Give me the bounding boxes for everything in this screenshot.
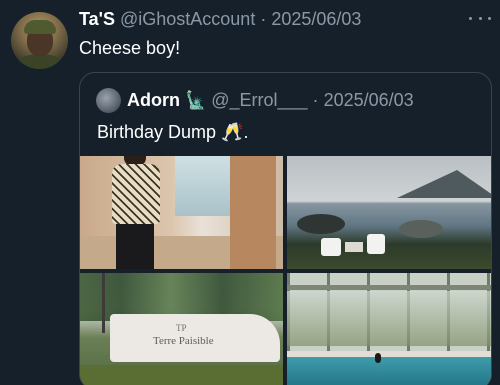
photo-sign-mark: TP bbox=[176, 323, 187, 333]
photo-coastline[interactable] bbox=[287, 156, 491, 269]
photo-grid: TP Terre Paisible bbox=[80, 156, 491, 385]
quoted-tweet[interactable]: Adorn 🗽 @_Errol___ · 2025/06/03 Birthday… bbox=[79, 72, 492, 385]
quoted-author-handle[interactable]: @_Errol___ bbox=[211, 90, 307, 110]
photo-estate-sign[interactable]: TP Terre Paisible bbox=[80, 273, 283, 385]
quoted-header-separator: · bbox=[312, 90, 319, 110]
photo-rock bbox=[297, 214, 345, 234]
photo-person-pants bbox=[116, 224, 154, 269]
avatar-shoulders bbox=[15, 54, 65, 69]
quoted-tweet-header: Adorn 🗽 @_Errol___ · 2025/06/03 bbox=[127, 90, 414, 111]
photo-pool-water bbox=[287, 357, 491, 385]
photo-table bbox=[345, 242, 363, 252]
photo-pool[interactable] bbox=[287, 273, 491, 385]
tweet-date[interactable]: 2025/06/03 bbox=[271, 9, 361, 29]
photo-rock bbox=[399, 220, 443, 238]
photo-outside-view bbox=[287, 291, 491, 346]
quoted-tweet-text-suffix: . bbox=[243, 122, 249, 142]
more-dot bbox=[488, 16, 491, 20]
photo-chair bbox=[367, 234, 385, 254]
author-handle[interactable]: @iGhostAccount bbox=[120, 9, 255, 29]
photo-door bbox=[230, 156, 276, 269]
tweet[interactable]: Ta'S @iGhostAccount · 2025/06/03 Cheese … bbox=[0, 0, 500, 385]
photo-beam bbox=[287, 285, 491, 290]
statue-of-liberty-icon: 🗽 bbox=[185, 91, 207, 110]
author-name[interactable]: Ta'S bbox=[79, 9, 115, 29]
photo-chair bbox=[321, 238, 341, 256]
header-separator: · bbox=[260, 9, 267, 29]
more-options-icon[interactable] bbox=[469, 10, 491, 26]
photo-mountain bbox=[397, 170, 491, 198]
photo-sign-text: Terre Paisible bbox=[153, 335, 214, 347]
quoted-author-avatar[interactable] bbox=[96, 88, 121, 113]
tweet-header: Ta'S @iGhostAccount · 2025/06/03 bbox=[79, 9, 361, 30]
quoted-tweet-text: Birthday Dump bbox=[97, 122, 217, 142]
photo-swimmer bbox=[375, 353, 381, 363]
photo-person-shirt bbox=[112, 164, 160, 224]
more-dot bbox=[469, 16, 472, 20]
more-dot bbox=[478, 16, 482, 20]
quoted-tweet-text-row: Birthday Dump 🥂. bbox=[97, 122, 249, 143]
photo-pole bbox=[102, 273, 105, 333]
photo-selfie[interactable] bbox=[80, 156, 283, 269]
avatar-cap bbox=[24, 20, 56, 34]
quoted-tweet-date[interactable]: 2025/06/03 bbox=[324, 90, 414, 110]
author-avatar[interactable] bbox=[11, 12, 68, 69]
photo-window bbox=[175, 156, 230, 216]
quoted-author-name[interactable]: Adorn bbox=[127, 90, 180, 110]
clinking-glasses-icon: 🥂 bbox=[221, 122, 244, 142]
tweet-text: Cheese boy! bbox=[79, 38, 181, 58]
photo-grass bbox=[80, 365, 283, 385]
